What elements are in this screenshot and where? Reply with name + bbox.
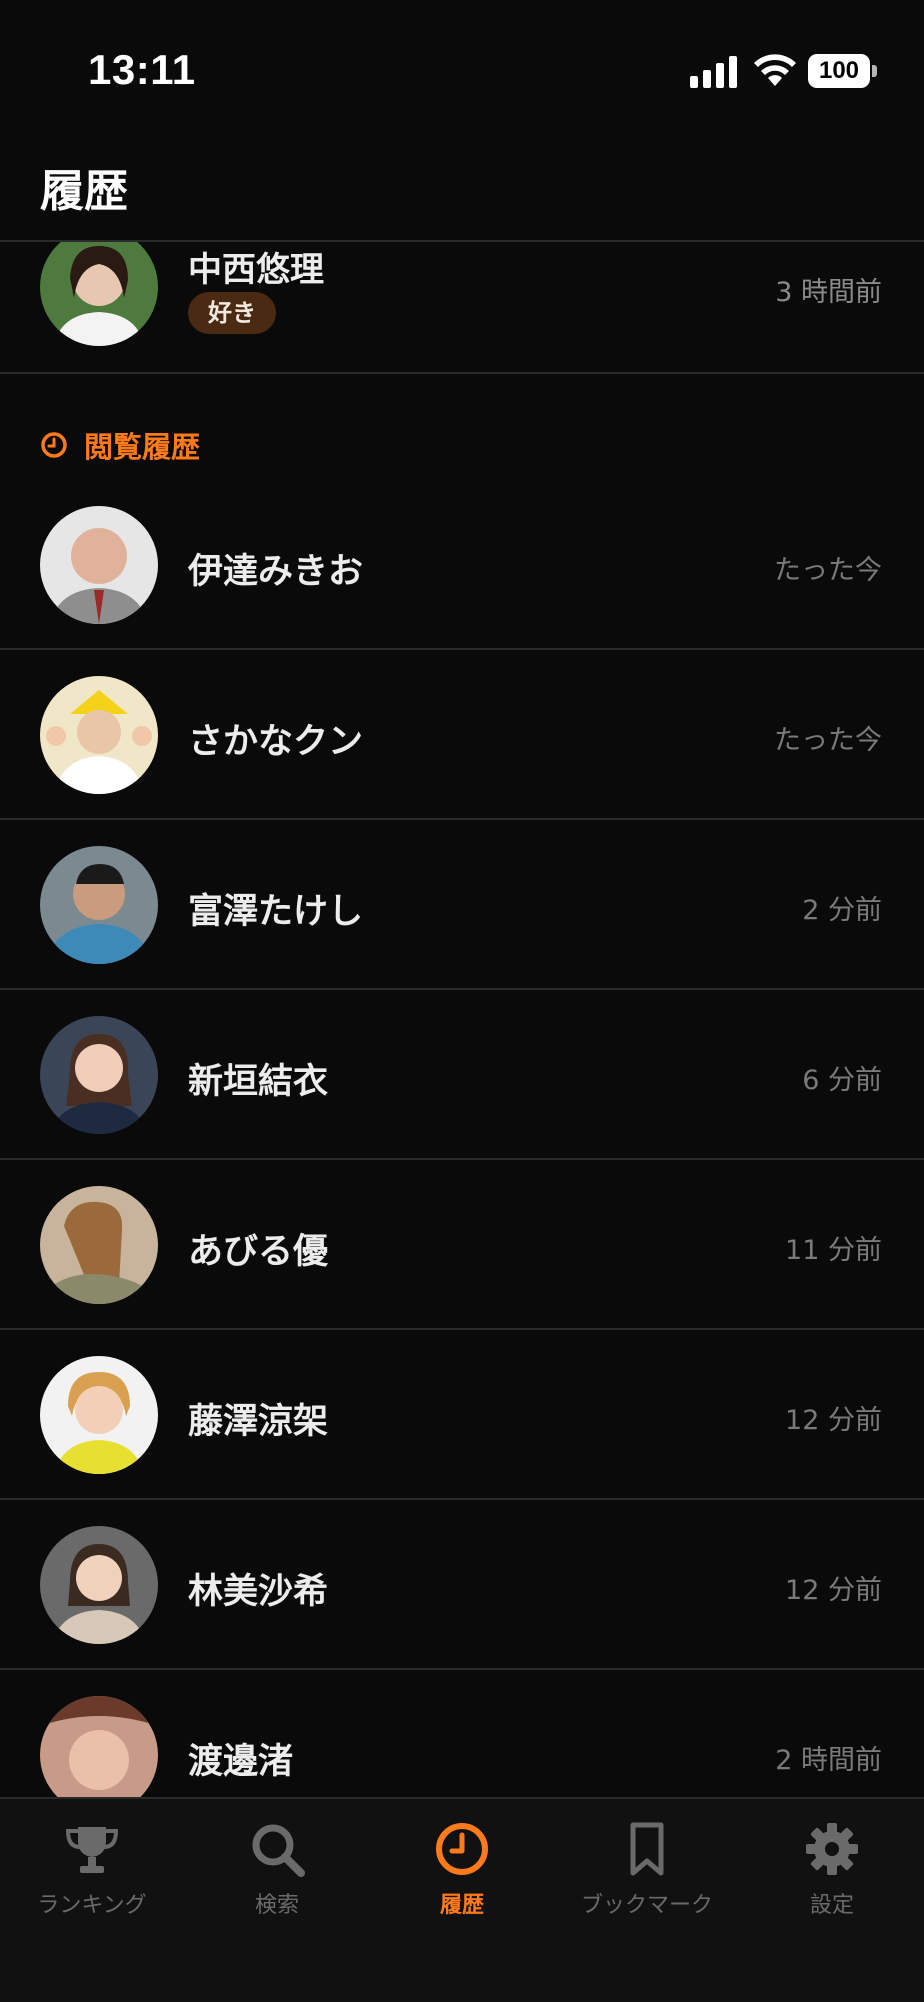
- list-item-time: 2 時間前: [775, 1745, 882, 1776]
- list-item-time: 12 分前: [785, 1575, 882, 1606]
- list-item-name: 富澤たけし: [188, 892, 364, 932]
- favorite-time: 3 時間前: [775, 277, 882, 308]
- trophy-icon: [65, 1827, 119, 1873]
- list-item-time: 12 分前: [785, 1405, 882, 1436]
- section-label: 閲覧履歴: [84, 430, 201, 464]
- list-item-time: たった今: [774, 555, 882, 586]
- avatar: [40, 242, 158, 346]
- list-item-name: 新垣結衣: [188, 1062, 329, 1102]
- tab-ranking[interactable]: ランキング: [0, 1819, 184, 1929]
- list-item-time: 6 分前: [802, 1065, 882, 1096]
- favorite-name: 中西悠理: [188, 250, 324, 290]
- tab-label: 設定: [809, 1893, 854, 1918]
- avatar: [40, 676, 158, 794]
- avatar: [40, 846, 158, 964]
- list-item-name: あびる優: [188, 1232, 329, 1272]
- favorite-row[interactable]: 中西悠理 好き 3 時間前: [0, 242, 924, 372]
- list-item-name: 藤澤涼架: [188, 1402, 329, 1442]
- tab-label: ブックマーク: [580, 1893, 713, 1918]
- tab-settings[interactable]: 設定: [740, 1819, 924, 1929]
- avatar: [40, 1016, 158, 1134]
- list-item-time: 2 分前: [802, 895, 882, 926]
- list-item-name: 渡邊渚: [188, 1742, 294, 1782]
- page-title: 履歴: [40, 166, 128, 217]
- avatar: [40, 1526, 158, 1644]
- tab-bookmark[interactable]: ブックマーク: [555, 1819, 739, 1929]
- tab-search[interactable]: 検索: [185, 1819, 369, 1929]
- status-bar: 13:11 100: [0, 0, 924, 140]
- list-item[interactable]: 新垣結衣 6 分前: [0, 990, 924, 1160]
- favorite-tag-badge: 好き: [188, 292, 276, 334]
- avatar: [40, 506, 158, 624]
- list-item-name: さかなクン: [188, 722, 364, 762]
- tab-history[interactable]: 履歴: [370, 1819, 554, 1929]
- divider: [0, 372, 924, 374]
- battery-icon: 100: [808, 54, 878, 90]
- avatar: [40, 1356, 158, 1474]
- tab-label: 履歴: [439, 1893, 484, 1918]
- list-item-name: 伊達みきお: [188, 552, 364, 592]
- bookmark-icon: [630, 1822, 664, 1876]
- search-icon: [252, 1824, 305, 1877]
- list-item-name: 林美沙希: [188, 1572, 329, 1612]
- list-item[interactable]: 富澤たけし 2 分前: [0, 820, 924, 990]
- list-item[interactable]: 林美沙希 12 分前: [0, 1500, 924, 1670]
- wifi-icon: [754, 54, 796, 86]
- section-header-history: 閲覧履歴: [40, 425, 200, 465]
- tab-label: 検索: [254, 1893, 299, 1918]
- list-item[interactable]: 藤澤涼架 12 分前: [0, 1330, 924, 1500]
- status-time: 13:11: [88, 46, 196, 93]
- list-item-time: たった今: [774, 725, 882, 756]
- signal-icon: [690, 56, 737, 88]
- list-item-time: 11 分前: [785, 1235, 882, 1266]
- tab-bar: ランキング 検索 履歴 ブックマーク 設定: [0, 1797, 924, 2002]
- avatar: [40, 1186, 158, 1304]
- battery-level: 100: [818, 57, 860, 84]
- tab-label: ランキング: [37, 1893, 147, 1918]
- clock-icon: [41, 432, 67, 458]
- list-item[interactable]: あびる優 11 分前: [0, 1160, 924, 1330]
- clock-icon: [436, 1823, 488, 1875]
- list-item[interactable]: さかなクン たった今: [0, 650, 924, 820]
- list-item[interactable]: 伊達みきお たった今: [0, 480, 924, 650]
- gear-icon: [806, 1823, 858, 1875]
